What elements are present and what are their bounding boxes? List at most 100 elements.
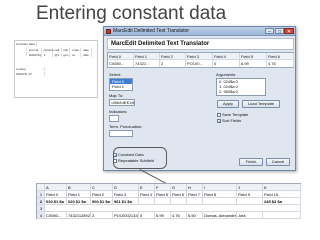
grid-header-cell: Field 1 (134, 53, 160, 60)
close-button[interactable]: ✕ (284, 28, 294, 35)
map-to-field[interactable]: =Bib/Id$ $ bib/bs (109, 99, 135, 106)
arguments-label: Arguments (216, 72, 236, 77)
sheet-cell[interactable]: 6.99 (155, 212, 171, 219)
grid-header-cell: Field 0 (108, 53, 134, 60)
bg-sheet-row: Lookup (15, 67, 45, 71)
bg-sheet-title-row: Constant data (15, 42, 37, 46)
grid-cell: 0 (213, 60, 240, 67)
grid-cell: 6.99 (240, 60, 267, 67)
sheet-cell[interactable]: Field 6 (171, 191, 187, 198)
sheet-cell[interactable] (263, 212, 301, 219)
column-letter: K (263, 184, 301, 191)
sheet-cell[interactable]: Field 10 (263, 191, 301, 198)
sheet-cell[interactable] (155, 198, 171, 205)
maximize-button[interactable]: □ (275, 28, 284, 35)
column-letter: H (187, 184, 203, 191)
sheet-cell[interactable]: 0 (139, 212, 155, 219)
save-template-checkbox[interactable]: Save Template (217, 112, 248, 117)
select-field-list[interactable]: Field 0 Field 1 (109, 78, 133, 91)
sheet-cell[interactable]: Field 0 (45, 191, 67, 198)
sheet-cell[interactable]: Field 8 (203, 191, 237, 198)
sheet-cell[interactable]: 020 $1 $a (45, 198, 67, 205)
select-label: Select: (109, 72, 122, 77)
sheet-cell[interactable]: Field 2 (91, 191, 113, 198)
column-letter: G (171, 184, 187, 191)
constant-data-highlight (113, 147, 167, 169)
sort-fields-checkbox[interactable]: ✓Sort Fields (217, 118, 242, 124)
load-template-button[interactable]: Load Template (242, 100, 280, 108)
row-number: 3 (37, 205, 45, 212)
sheet-cell[interactable] (171, 198, 187, 205)
sheet-cell[interactable] (139, 198, 155, 205)
cancel-button[interactable]: Cancel (266, 158, 290, 166)
arguments-list[interactable]: 0. 024$a 0 1. 024$a 0 2. 960$a 0 (216, 78, 266, 96)
bg-sheet-title: Constant data (16, 42, 37, 46)
sheet-cell[interactable]: 74321128929 (67, 212, 91, 219)
argument-item[interactable]: 2. 960$a 0 (217, 89, 265, 94)
sheet-cell[interactable] (187, 198, 203, 205)
slide-title: Entering constant data (36, 3, 227, 24)
grid-data-row: C0080… 74321… 2 PO100… 0 6.99 4.76 (108, 60, 294, 67)
grid-header-row: Field 0 Field 1 Field 2 Field 3 Field 4 … (108, 53, 294, 60)
bg-sheet-cell: ta (71, 53, 82, 57)
dialog-header-title: MarcEdit Delimited Text Translator (111, 41, 210, 47)
column-letter: D (113, 184, 139, 191)
sheet-cell[interactable]: Field 3 (113, 191, 139, 198)
sheet-cell[interactable]: PO1000213330 (113, 212, 139, 219)
sheet-cell[interactable]: 245 $3 $a (263, 198, 301, 205)
dialog-header: MarcEdit Delimited Text Translator (107, 38, 294, 50)
row-number: 1 (37, 191, 45, 198)
select-item[interactable]: Field 1 (110, 84, 132, 89)
spreadsheet-row: 1 Field 0 Field 1 Field 2 Field 3 Field … (37, 191, 301, 198)
background-spreadsheet: Constant data Format bookno call title o… (14, 40, 98, 98)
grid-header-cell: Field 6 (267, 53, 294, 60)
minimize-button[interactable]: – (265, 28, 274, 35)
indicators-field[interactable] (109, 115, 119, 122)
sheet-cell[interactable]: Jota (237, 212, 263, 219)
sheet-cell[interactable]: Field 4 (139, 191, 155, 198)
sheet-cell[interactable]: 4.76 (171, 212, 187, 219)
column-letter: I (203, 184, 237, 191)
bg-sheet-row: MARC5g ti @1 gen ta date (15, 52, 93, 57)
term-punctuation-field[interactable] (109, 130, 133, 137)
grid-cell: 4.76 (267, 60, 294, 67)
bg-sheet-cell: date (82, 53, 93, 57)
spreadsheet-row: 4 C0080… 74321128929 2 PO1000213330 0 6.… (37, 212, 301, 219)
column-letter: B (67, 184, 91, 191)
bg-sheet-label: MARC8: e/f (15, 72, 45, 76)
row-number: 2 (37, 198, 45, 205)
sheet-cell[interactable]: Field 5 (155, 191, 171, 198)
sheet-cell[interactable]: Field 7 (187, 191, 203, 198)
sheet-cell[interactable]: Field 9 (237, 191, 263, 198)
sheet-cell[interactable] (45, 205, 301, 212)
sheet-cell[interactable] (203, 198, 237, 205)
sheet-cell[interactable]: Field 1 (67, 191, 91, 198)
window-title: MarcEdit Delimited Text Translator (113, 28, 190, 34)
row-number: 4 (37, 212, 45, 219)
sheet-cell[interactable]: Dumas, Alexandre (203, 212, 237, 219)
grid-cell: C0080… (108, 60, 134, 67)
bg-sheet-cell: MARC5g (28, 53, 42, 57)
finish-button[interactable]: Finish (239, 158, 263, 166)
apply-button[interactable]: Apply (217, 100, 239, 108)
bg-sheet-cell (15, 52, 27, 56)
field-preview-grid[interactable]: Field 0 Field 1 Field 2 Field 3 Field 4 … (107, 52, 294, 68)
column-letter: J (237, 184, 263, 191)
bg-sheet-row: MARC8: e/f (15, 72, 45, 76)
sheet-cell[interactable]: C0080… (45, 212, 67, 219)
corner-cell (37, 184, 45, 191)
sheet-cell[interactable]: 2 (91, 212, 113, 219)
column-letter: F (155, 184, 171, 191)
sheet-cell[interactable] (237, 198, 263, 205)
grid-header-cell: Field 4 (213, 53, 240, 60)
sheet-cell[interactable]: 020 $1 $a (67, 198, 91, 205)
sheet-cell[interactable]: 900 $1 $a (91, 198, 113, 205)
sheet-cell[interactable]: 961 $1 $a (113, 198, 139, 205)
bg-sheet-cell (15, 47, 27, 51)
sort-fields-label: Sort Fields (222, 118, 242, 123)
grid-header-cell: Field 5 (240, 53, 267, 60)
spreadsheet-row: 3 (37, 205, 301, 212)
checkbox-checked-icon: ✓ (217, 119, 222, 124)
sheet-cell[interactable]: 6.50 (187, 212, 203, 219)
indicators-label: Indicators: (109, 109, 128, 114)
